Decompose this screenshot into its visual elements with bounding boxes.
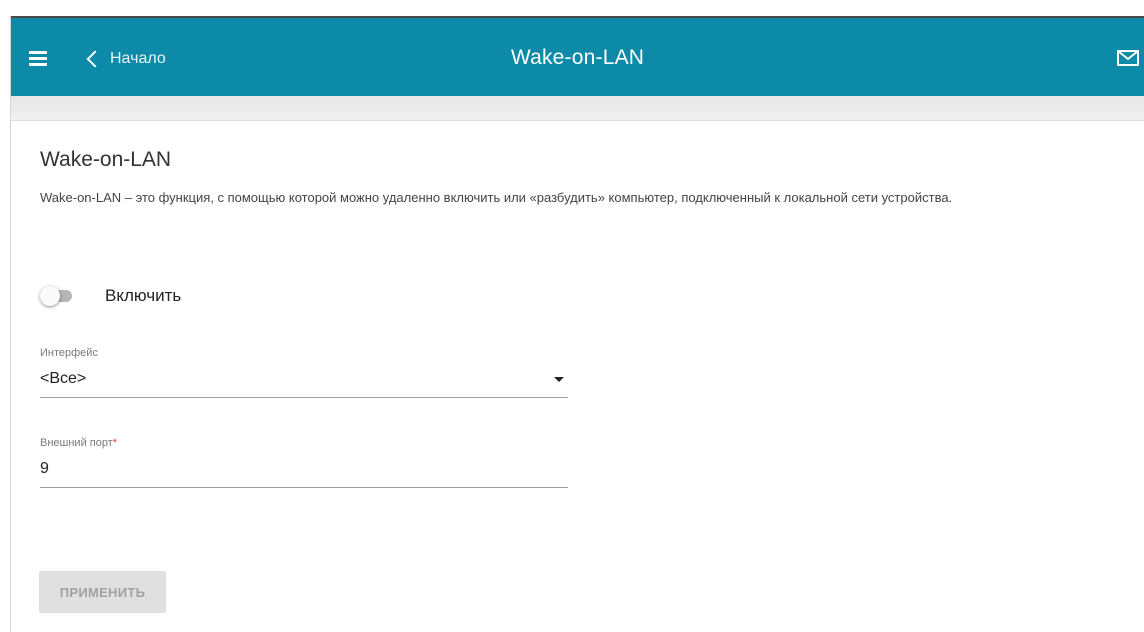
envelope-icon[interactable]: [1117, 50, 1139, 66]
required-marker: *: [112, 437, 118, 449]
section-title: Wake-on-LAN: [40, 148, 172, 171]
apply-button[interactable]: ПРИМЕНИТЬ: [39, 571, 166, 613]
interface-field: Интерфейс <Все>: [40, 347, 568, 398]
enable-row: Включить: [40, 286, 181, 306]
external-port-value: 9: [40, 460, 49, 477]
settings-section: Wake-on-LAN Wake-on-LAN – это функция, с…: [40, 148, 1120, 208]
toggle-knob: [40, 286, 60, 306]
page-title: Wake-on-LAN: [510, 46, 645, 69]
external-port-field: Внешний порт* 9: [40, 437, 568, 488]
external-port-label: Внешний порт*: [40, 437, 568, 451]
wake-on-lan-page: Начало Wake-on-LAN Wake-on-LAN Wake-on-L…: [0, 0, 1144, 632]
interface-select-value: <Все>: [40, 370, 87, 387]
interface-label: Интерфейс: [40, 347, 98, 359]
dropdown-arrow-icon: [554, 377, 564, 382]
external-port-label-text: Внешний порт: [40, 437, 113, 449]
enable-toggle-label: Включить: [105, 286, 182, 305]
header-bar: Начало Wake-on-LAN: [11, 16, 1144, 96]
header-shadow: [11, 96, 1144, 121]
enable-toggle[interactable]: [40, 286, 74, 306]
interface-select[interactable]: <Все>: [40, 367, 568, 398]
section-description: Wake-on-LAN – это функция, с помощью кот…: [40, 190, 953, 205]
external-port-input[interactable]: 9: [40, 457, 568, 488]
